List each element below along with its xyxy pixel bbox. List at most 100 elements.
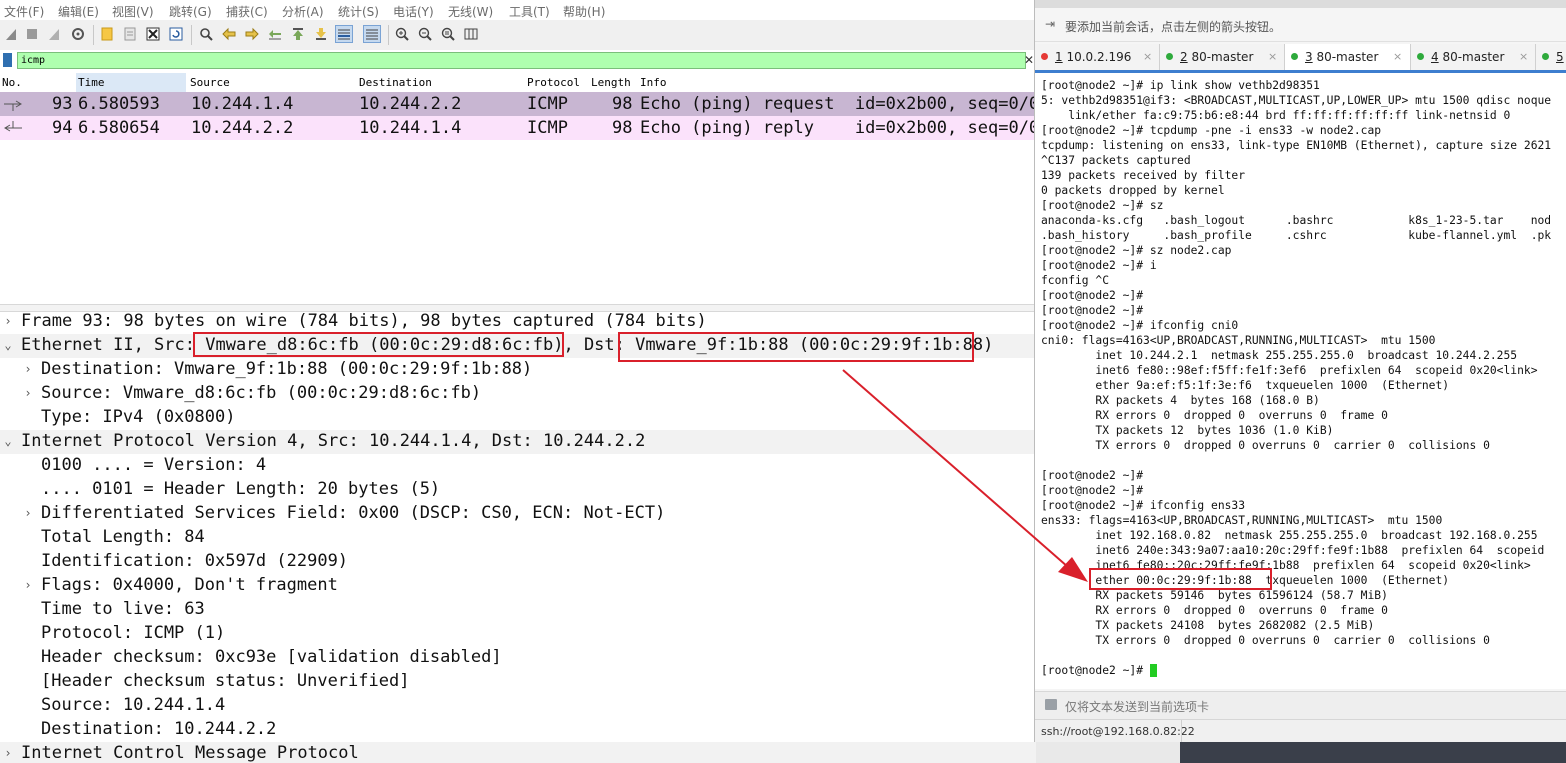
detail-icmp[interactable]: › Internet Control Message Protocol [0, 742, 1036, 763]
close-tab-icon[interactable]: × [1143, 50, 1152, 63]
menu-go[interactable]: 跳转(G) [169, 3, 212, 20]
normal-size-icon[interactable] [440, 26, 456, 42]
detail-eth-type[interactable]: Type: IPv4 (0x0800) [0, 406, 1036, 430]
menu-statistics[interactable]: 统计(S) [338, 3, 379, 20]
bookmark-icon[interactable] [3, 53, 12, 67]
tab-label: 80-master [1438, 50, 1505, 64]
packet-length: 98 [612, 118, 633, 138]
detail-ip-version[interactable]: 0100 .... = Version: 4 [0, 454, 1036, 478]
close-tab-icon[interactable]: × [1393, 50, 1402, 63]
session-tab-active[interactable]: 3 80-master × [1285, 44, 1411, 70]
detail-ip-total-length[interactable]: Total Length: 84 [0, 526, 1036, 550]
tab-number: 2 [1180, 50, 1188, 64]
terminal-line: TX errors 0 dropped 0 overruns 0 carrier… [1041, 634, 1490, 647]
column-time[interactable]: Time [76, 73, 186, 93]
terminal-line: RX packets 59146 bytes 61596124 (58.7 Mi… [1041, 589, 1388, 602]
go-back-icon[interactable] [221, 26, 237, 42]
tab-number: 4 [1431, 50, 1439, 64]
reload-file-icon[interactable] [168, 26, 184, 42]
menu-edit[interactable]: 编辑(E) [58, 3, 99, 20]
shark-fin-start-icon[interactable] [3, 26, 19, 42]
zoom-out-icon[interactable] [417, 26, 433, 42]
session-tab[interactable]: 1 10.0.2.196 × [1035, 44, 1160, 70]
find-packet-icon[interactable] [198, 26, 214, 42]
column-destination[interactable]: Destination [357, 73, 525, 93]
detail-ip-source[interactable]: Source: 10.244.1.4 [0, 694, 1036, 718]
packet-row[interactable]: 93 6.580593 10.244.1.4 10.244.2.2 ICMP 9… [0, 92, 1036, 116]
packet-list-header: No. Time Source Destination Protocol Len… [0, 73, 1036, 94]
detail-ipv4[interactable]: ⌄ Internet Protocol Version 4, Src: 10.2… [0, 430, 1036, 454]
go-first-packet-icon[interactable] [290, 26, 306, 42]
detail-ip-dsfield[interactable]: › Differentiated Services Field: 0x00 (D… [0, 502, 1036, 526]
column-protocol[interactable]: Protocol [525, 73, 588, 93]
annotation-box-ens33-ether [1089, 568, 1272, 590]
session-arrow-icon[interactable]: ⇥ [1045, 17, 1055, 31]
expand-arrow-icon[interactable]: › [22, 574, 34, 596]
detail-ip-checksum[interactable]: Header checksum: 0xc93e [validation disa… [0, 646, 1036, 670]
column-info[interactable]: Info [638, 73, 1036, 93]
auto-scroll-icon[interactable] [335, 25, 353, 43]
detail-ip-header-length[interactable]: .... 0101 = Header Length: 20 bytes (5) [0, 478, 1036, 502]
menu-file[interactable]: 文件(F) [4, 3, 44, 20]
column-no[interactable]: No. [0, 73, 76, 93]
detail-text: Destination: 10.244.2.2 [41, 719, 277, 739]
menu-wireless[interactable]: 无线(W) [448, 3, 493, 20]
detail-ip-identification[interactable]: Identification: 0x597d (22909) [0, 550, 1036, 574]
toolbar-separator [388, 25, 389, 45]
restart-capture-icon[interactable] [46, 26, 62, 42]
main-toolbar [0, 20, 1036, 51]
menu-telephony[interactable]: 电话(Y) [393, 3, 434, 20]
expand-arrow-icon[interactable]: › [22, 382, 34, 404]
menu-help[interactable]: 帮助(H) [563, 3, 605, 20]
detail-text: Internet Control Message Protocol [21, 743, 359, 763]
terminal-line: TX packets 24108 bytes 2682082 (2.5 MiB) [1041, 619, 1375, 632]
packet-source: 10.244.2.2 [191, 118, 294, 138]
terminal-output[interactable]: [root@node2 ~]# ip link show vethb2d9835… [1035, 73, 1566, 689]
go-to-packet-icon[interactable] [267, 26, 283, 42]
detail-ip-checksum-status[interactable]: [Header checksum status: Unverified] [0, 670, 1036, 694]
detail-text: Internet Protocol Version 4, Src: 10.244… [21, 431, 646, 451]
session-tab[interactable]: 5 [1536, 44, 1566, 70]
detail-text: Type: IPv4 (0x0800) [41, 407, 236, 427]
expand-arrow-icon[interactable]: › [22, 358, 34, 380]
go-forward-icon[interactable] [244, 26, 260, 42]
close-file-icon[interactable] [145, 26, 161, 42]
detail-ip-protocol[interactable]: Protocol: ICMP (1) [0, 622, 1036, 646]
session-tab[interactable]: 4 80-master × [1411, 44, 1536, 70]
display-filter-input[interactable]: icmp [17, 52, 1026, 69]
collapse-arrow-icon[interactable]: ⌄ [2, 334, 14, 356]
terminal-line: [root@node2 ~]# ip link show vethb2d9835… [1041, 79, 1320, 92]
stop-capture-icon[interactable] [24, 26, 40, 42]
zoom-in-icon[interactable] [394, 26, 410, 42]
menu-view[interactable]: 视图(V) [112, 3, 154, 20]
menu-capture[interactable]: 捕获(C) [226, 3, 268, 20]
expand-arrow-icon[interactable]: › [2, 742, 14, 763]
terminal-line: cni0: flags=4163<UP,BROADCAST,RUNNING,MU… [1041, 334, 1436, 347]
detail-eth-source[interactable]: › Source: Vmware_d8:6c:fb (00:0c:29:d8:6… [0, 382, 1036, 406]
expand-arrow-icon[interactable]: › [2, 310, 14, 332]
collapse-arrow-icon[interactable]: ⌄ [2, 430, 14, 452]
go-last-packet-icon[interactable] [313, 26, 329, 42]
menu-tools[interactable]: 工具(T) [509, 3, 550, 20]
menu-analyze[interactable]: 分析(A) [282, 3, 324, 20]
packet-row[interactable]: 94 6.580654 10.244.2.2 10.244.1.4 ICMP 9… [0, 116, 1036, 140]
detail-ip-destination[interactable]: Destination: 10.244.2.2 [0, 718, 1036, 742]
close-tab-icon[interactable]: × [1519, 50, 1528, 63]
colorize-icon[interactable] [363, 25, 381, 43]
resize-columns-icon[interactable] [463, 26, 479, 42]
expand-arrow-icon[interactable]: › [22, 502, 34, 524]
session-tab[interactable]: 2 80-master × [1160, 44, 1285, 70]
open-file-icon[interactable] [99, 26, 115, 42]
detail-text: 0100 .... = Version: 4 [41, 455, 267, 475]
save-file-icon[interactable] [122, 26, 138, 42]
detail-frame[interactable]: › Frame 93: 98 bytes on wire (784 bits),… [0, 310, 1036, 334]
detail-ip-flags[interactable]: › Flags: 0x4000, Don't fragment [0, 574, 1036, 598]
capture-options-icon[interactable] [70, 26, 86, 42]
send-to-tab-bar[interactable]: 仅将文本发送到当前选项卡 [1035, 691, 1566, 720]
column-length[interactable]: Length [589, 73, 637, 93]
column-source[interactable]: Source [188, 73, 356, 93]
terminal-line: [root@node2 ~]# i [1041, 259, 1157, 272]
close-tab-icon[interactable]: × [1268, 50, 1277, 63]
detail-ip-ttl[interactable]: Time to live: 63 [0, 598, 1036, 622]
terminal-line: [root@node2 ~]# sz [1041, 199, 1164, 212]
